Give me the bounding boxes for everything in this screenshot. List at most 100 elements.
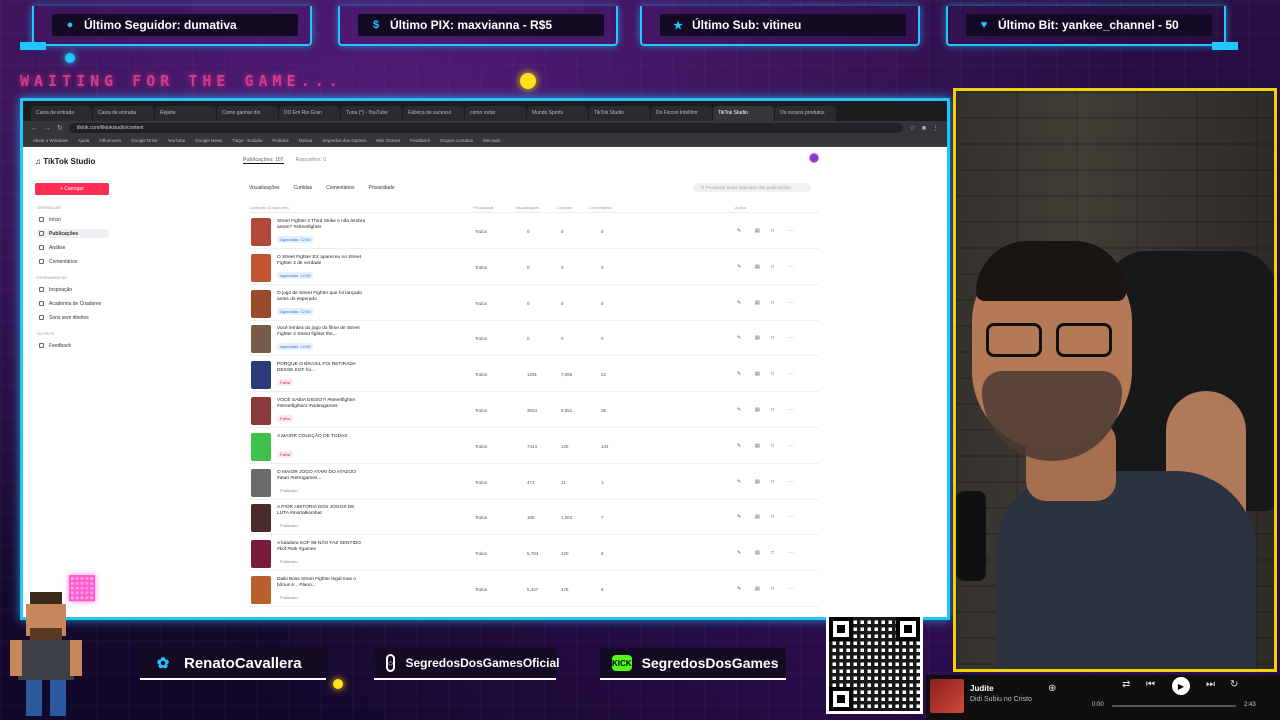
reload-icon[interactable]: ↻ — [57, 124, 63, 132]
more-icon[interactable]: ⋯ — [789, 586, 794, 592]
analytics-icon[interactable]: ▤ — [755, 300, 760, 306]
video-thumbnail[interactable] — [251, 325, 271, 354]
video-thumbnail[interactable] — [251, 361, 271, 390]
video-thumbnail[interactable] — [251, 468, 271, 497]
more-icon[interactable]: ⋯ — [789, 443, 794, 449]
edit-icon[interactable]: ✎ — [737, 264, 741, 270]
analytics-icon[interactable]: ▤ — [755, 479, 760, 485]
sidebar-item-academy[interactable]: Academia de Criadores — [37, 299, 109, 308]
next-icon[interactable]: ⏭ — [1206, 679, 1215, 690]
post-title[interactable]: A PIOR HISTORIA DOS JOGOS DE LUTA #morta… — [277, 505, 367, 517]
table-row[interactable]: Você lembra do jogo do filme de Street F… — [249, 322, 819, 357]
table-row[interactable]: A PIOR HISTORIA DOS JOGOS DE LUTA #morta… — [249, 501, 819, 536]
more-icon[interactable]: ⋯ — [789, 371, 794, 377]
more-icon[interactable]: ⋯ — [789, 514, 794, 520]
more-icon[interactable]: ⋯ — [789, 550, 794, 556]
extensions-icon[interactable]: ■ — [922, 125, 926, 132]
more-icon[interactable]: ⋯ — [789, 407, 794, 413]
post-privacy[interactable]: Todos — [475, 444, 487, 449]
comment-icon[interactable]: □ — [771, 407, 774, 413]
tiktok-logo[interactable]: ♫ TikTok Studio — [35, 157, 95, 166]
table-row[interactable]: A lutadora KOF 96 NÃO FAZ SENTIDO #kof #… — [249, 537, 819, 572]
comment-icon[interactable]: □ — [771, 586, 774, 592]
table-row[interactable]: O jogo de Street Fighter que foi lançado… — [249, 287, 819, 321]
browser-tab[interactable]: Mundo Sports — [527, 106, 588, 121]
avatar[interactable] — [809, 153, 819, 163]
forward-icon[interactable]: → — [44, 125, 51, 132]
browser-tab[interactable]: DO Em Rio Gran — [279, 106, 340, 121]
table-row[interactable]: Street Fighter 2 Third Strike e não lemb… — [249, 215, 819, 249]
bookmark[interactable]: Influencers — [99, 138, 121, 143]
post-privacy[interactable]: Todos — [475, 372, 487, 377]
post-privacy[interactable]: Todos — [475, 301, 487, 306]
browser-tab[interactable]: como rodar — [465, 106, 526, 121]
comment-icon[interactable]: □ — [771, 264, 774, 270]
edit-icon[interactable]: ✎ — [737, 479, 741, 485]
analytics-icon[interactable]: ▤ — [755, 443, 760, 449]
table-row[interactable]: VOCÊ SABIA DISSO?! #streetfighter #stree… — [249, 394, 819, 428]
video-thumbnail[interactable] — [251, 540, 271, 569]
analytics-icon[interactable]: ▤ — [755, 514, 760, 520]
comment-icon[interactable]: □ — [771, 550, 774, 556]
bookmark[interactable]: Ajuda — [78, 138, 90, 143]
menu-icon[interactable]: ⋮ — [932, 124, 939, 132]
filter-privacy[interactable]: Privacidade — [368, 185, 394, 191]
analytics-icon[interactable]: ▤ — [755, 264, 760, 270]
progress-bar[interactable] — [1112, 705, 1236, 707]
sidebar-item-inspiration[interactable]: Inspiração — [37, 285, 109, 294]
post-privacy[interactable]: Todos — [475, 408, 487, 413]
edit-icon[interactable]: ✎ — [737, 407, 741, 413]
tab-posts[interactable]: Publicações: 107 — [243, 157, 284, 164]
analytics-icon[interactable]: ▤ — [755, 550, 760, 556]
video-thumbnail[interactable] — [251, 397, 271, 425]
previous-icon[interactable]: ⏮ — [1146, 679, 1155, 690]
comment-icon[interactable]: □ — [771, 479, 774, 485]
star-bookmark-icon[interactable]: ☆ — [909, 124, 915, 132]
bookmark[interactable]: Ativar o Windows — [33, 138, 68, 143]
edit-icon[interactable]: ✎ — [737, 514, 741, 520]
bookmark[interactable]: Grupos contatos — [440, 138, 473, 143]
browser-tab[interactable]: TikTok Studio — [589, 106, 650, 121]
tab-drafts[interactable]: Rascunhos: 0 — [296, 157, 327, 164]
post-title[interactable]: A MAIOR COLEÇÃO DE TODAS — [277, 434, 367, 440]
analytics-icon[interactable]: ▤ — [755, 586, 760, 592]
video-thumbnail[interactable] — [251, 218, 271, 246]
edit-icon[interactable]: ✎ — [737, 371, 741, 377]
browser-tab[interactable]: Como ganhar din — [217, 106, 278, 121]
post-title[interactable]: PORQUE O BRASIL FOI RETIRADA DESSE KOF f… — [277, 362, 367, 374]
post-privacy[interactable]: Todos — [475, 515, 487, 520]
bookmark[interactable]: Feedback — [410, 138, 430, 143]
edit-icon[interactable]: ✎ — [737, 586, 741, 592]
sidebar-item-home[interactable]: Início — [37, 215, 109, 224]
edit-icon[interactable]: ✎ — [737, 335, 741, 341]
back-icon[interactable]: ← — [31, 125, 38, 132]
post-title[interactable]: Street Fighter 2 Third Strike e não lemb… — [277, 219, 367, 231]
edit-icon[interactable]: ✎ — [737, 550, 741, 556]
more-icon[interactable]: ⋯ — [789, 264, 794, 270]
edit-icon[interactable]: ✎ — [737, 443, 741, 449]
filter-comments[interactable]: Comentários — [326, 185, 354, 191]
shuffle-icon[interactable]: ⇄ — [1122, 679, 1130, 690]
post-title[interactable]: O MAIOR JOGO ATARI DO ATAZOO #atari #ret… — [277, 470, 367, 482]
table-row[interactable]: PORQUE O BRASIL FOI RETIRADA DESSE KOF f… — [249, 358, 819, 393]
browser-tab[interactable]: Fábrica de sucesso — [403, 106, 464, 121]
bookmark[interactable]: YouTube — [168, 138, 186, 143]
analytics-icon[interactable]: ▤ — [755, 335, 760, 341]
post-title[interactable]: Você lembra do jogo do filme de Street F… — [277, 326, 367, 338]
repeat-icon[interactable]: ↻ — [1230, 679, 1238, 690]
post-privacy[interactable]: Todos — [475, 229, 487, 234]
more-icon[interactable]: ⋯ — [789, 335, 794, 341]
table-row[interactable]: O Street Fighter EX apareceu no Street F… — [249, 251, 819, 285]
more-icon[interactable]: ⋯ — [789, 479, 794, 485]
analytics-icon[interactable]: ▤ — [755, 407, 760, 413]
filter-likes[interactable]: Curtidas — [293, 185, 312, 191]
bookmark[interactable]: Segredos dos Games — [322, 138, 366, 143]
comment-icon[interactable]: □ — [771, 371, 774, 377]
video-thumbnail[interactable] — [251, 253, 271, 282]
bookmark[interactable]: Noticia — [299, 138, 313, 143]
search-input[interactable]: ⚲ Pesquisar pelas legendas das publicaçõ… — [693, 183, 811, 192]
comment-icon[interactable]: □ — [771, 514, 774, 520]
bookmark[interactable]: Google Drive — [131, 138, 157, 143]
sidebar-item-sounds[interactable]: Sons sem direitos — [37, 313, 109, 322]
bookmark[interactable]: Mercado — [483, 138, 501, 143]
